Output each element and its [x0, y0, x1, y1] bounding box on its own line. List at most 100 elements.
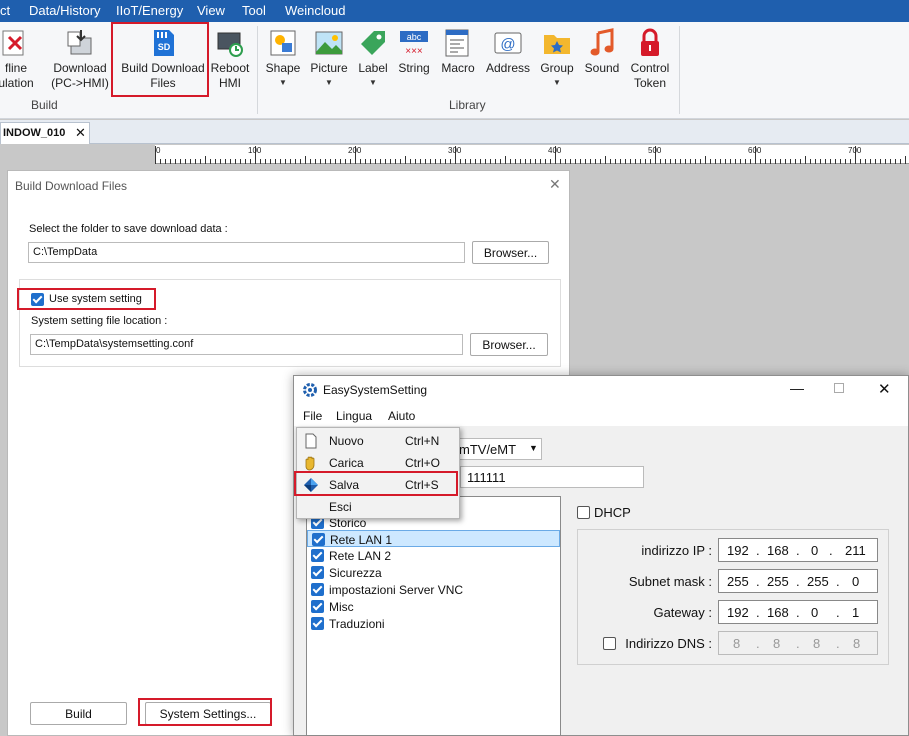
main-menubar: ct Data/History IIoT/Energy View Tool We… [0, 0, 909, 22]
group-button[interactable]: Group ▼ [537, 28, 577, 87]
ruler-tick-label: 700 [848, 146, 862, 155]
address-button[interactable]: @ Address [483, 28, 533, 76]
menu-item-nuovo[interactable]: Nuovo Ctrl+N [297, 430, 459, 452]
string-button[interactable]: abc ××× String [396, 28, 432, 76]
dialog-title: Build Download Files [15, 179, 128, 193]
svg-text:@: @ [500, 36, 515, 53]
dns-input[interactable]: 8. 8. 8. 8 [718, 631, 878, 655]
group-folder-icon [544, 35, 570, 54]
tree-checkbox[interactable] [311, 583, 324, 596]
menu-tool[interactable]: Tool [242, 3, 266, 18]
open-hand-icon [305, 456, 315, 471]
close-tab-icon[interactable]: ✕ [75, 125, 86, 141]
browse-file-button[interactable]: Browser... [470, 333, 548, 356]
svg-text:×××: ××× [405, 46, 423, 57]
tree-item-misc[interactable]: Misc [307, 598, 560, 615]
macro-button[interactable]: Macro [438, 28, 478, 76]
ruler-tick-label: 400 [548, 146, 562, 155]
build-download-files-highlight [111, 22, 209, 97]
menu-data-history[interactable]: Data/History [29, 3, 101, 18]
download-pc-hmi-button[interactable]: Download (PC->HMI) [48, 28, 112, 91]
shape-button[interactable]: Shape ▼ [264, 28, 302, 87]
string-badge: abc [407, 32, 422, 42]
file-location-input[interactable]: C:\TempData\systemsetting.conf [30, 334, 463, 355]
ruler-tick-label: 0 [156, 146, 161, 155]
gateway-input[interactable]: 192. 168. 0. 1 [718, 600, 878, 624]
tree-item-traduzioni[interactable]: Traduzioni [307, 615, 560, 632]
download-icon [67, 30, 92, 55]
address-at-icon: @ [494, 32, 522, 54]
string-icon: abc ××× [400, 31, 428, 57]
picture-button[interactable]: Picture ▼ [308, 28, 350, 87]
control-token-button[interactable]: Control Token [626, 28, 674, 91]
file-location-label: System setting file location : [31, 315, 168, 327]
build-button[interactable]: Build [30, 702, 127, 725]
new-file-icon [305, 433, 317, 449]
maximize-icon[interactable] [834, 383, 844, 393]
dhcp-checkbox[interactable] [577, 506, 590, 519]
ribbon-separator [257, 26, 258, 114]
macro-icon [445, 29, 469, 57]
tab-window-010[interactable]: INDOW_010 ✕ [0, 122, 90, 144]
sound-button[interactable]: Sound [583, 28, 621, 76]
menu-iiot-energy[interactable]: IIoT/Energy [116, 3, 183, 18]
folder-input[interactable]: C:\TempData [28, 242, 465, 263]
picture-icon [315, 31, 343, 55]
dns-checkbox[interactable] [603, 637, 616, 650]
window-menubar: File Lingua Aiuto [294, 404, 908, 426]
settings-tree: Storico Rete LAN 1 Rete LAN 2 Sicurezza … [306, 496, 561, 736]
dns-label: Indirizzo DNS : [625, 636, 712, 651]
ruler-tick-label: 300 [448, 146, 462, 155]
ip-address-label: indirizzo IP : [641, 543, 712, 558]
browse-folder-button[interactable]: Browser... [472, 241, 549, 264]
tree-checkbox[interactable] [311, 600, 324, 613]
folder-label: Select the folder to save download data … [29, 223, 228, 235]
menu-weincloud[interactable]: Weincloud [285, 3, 345, 18]
system-settings-highlight [138, 698, 272, 726]
minimize-icon[interactable]: — [790, 380, 804, 396]
menu-aiuto[interactable]: Aiuto [388, 409, 415, 423]
close-icon[interactable]: ✕ [549, 176, 561, 193]
shape-dropdown-icon: ▼ [279, 78, 287, 87]
gateway-label: Gateway : [653, 605, 712, 620]
subnet-mask-input[interactable]: 255. 255. 255. 0 [718, 569, 878, 593]
model-select[interactable]: mTV/eMT ▼ [454, 438, 542, 460]
label-button[interactable]: Label ▼ [355, 28, 391, 87]
tree-item-sicurezza[interactable]: Sicurezza [307, 564, 560, 581]
tree-item-rete-lan-1[interactable]: Rete LAN 1 [307, 530, 560, 547]
password-input[interactable]: 111111 [460, 466, 644, 488]
chevron-down-icon: ▼ [529, 443, 538, 453]
ruler-tick-label: 500 [648, 146, 662, 155]
ip-address-input[interactable]: 192. 168. 0. 211 [718, 538, 878, 562]
ruler-tick-label: 200 [348, 146, 362, 155]
ribbon-separator [679, 26, 680, 114]
close-icon[interactable]: ✕ [878, 380, 891, 398]
ruler-tick-label: 600 [748, 146, 762, 155]
lock-icon [641, 28, 659, 56]
tree-item-rete-lan-2[interactable]: Rete LAN 2 [307, 547, 560, 564]
picture-dropdown-icon: ▼ [325, 78, 333, 87]
window-tab-bar: INDOW_010 ✕ [0, 120, 909, 144]
tree-checkbox[interactable] [311, 549, 324, 562]
menu-lingua[interactable]: Lingua [336, 409, 372, 423]
gear-icon [303, 383, 317, 397]
library-group-label: Library [449, 98, 486, 112]
menu-project[interactable]: ct [0, 3, 10, 18]
reboot-hmi-button[interactable]: Reboot HMI [209, 28, 251, 91]
horizontal-ruler: 0 100 200 300 400 500 600 700 [155, 145, 909, 164]
label-tag-icon [361, 31, 385, 55]
tree-item-vnc[interactable]: impostazioni Server VNC [307, 581, 560, 598]
ruler-tick-label: 100 [248, 146, 262, 155]
tree-checkbox[interactable] [311, 617, 324, 630]
tree-checkbox[interactable] [312, 533, 325, 546]
group-dropdown-icon: ▼ [553, 78, 561, 87]
menu-item-esci[interactable]: Esci [297, 496, 459, 518]
offline-simulation-button[interactable]: fline ulation [0, 28, 36, 91]
menu-view[interactable]: View [197, 3, 225, 18]
tree-checkbox[interactable] [311, 566, 324, 579]
menu-file[interactable]: File [303, 409, 322, 423]
sound-note-icon [590, 28, 614, 56]
dhcp-label: DHCP [594, 505, 631, 520]
use-system-setting-highlight [17, 288, 156, 310]
ruler-ticks [155, 146, 906, 164]
